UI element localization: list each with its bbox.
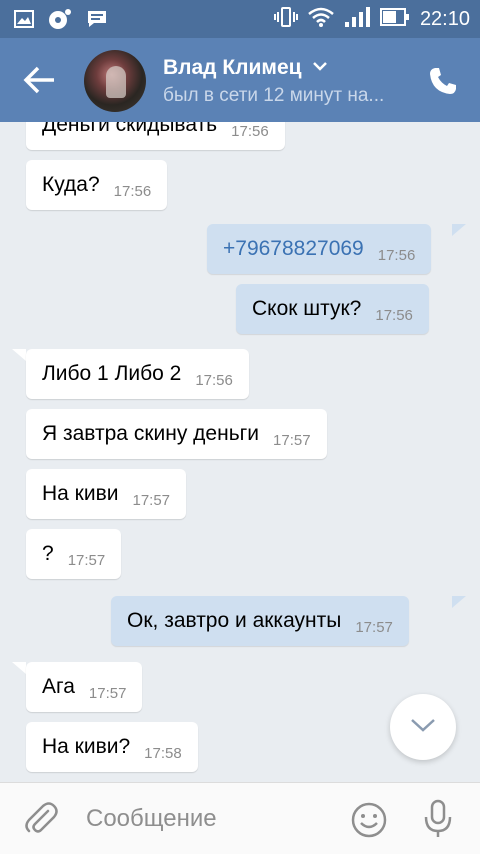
message-bubble-outgoing[interactable]: Скок штук? 17:56 [236, 284, 429, 334]
call-button[interactable] [428, 66, 458, 96]
signal-icon [344, 6, 370, 33]
contact-name-row[interactable]: Влад Климец [163, 56, 328, 80]
message-bubble-outgoing[interactable]: Ок, завтро и аккаунты 17:57 [111, 596, 409, 646]
chevron-down-icon [410, 717, 436, 738]
battery-icon [379, 7, 410, 32]
media-notification-icon [48, 8, 72, 35]
bubble-tail [452, 596, 466, 608]
chat-notification-icon [86, 9, 108, 34]
scroll-to-bottom-button[interactable] [390, 694, 456, 760]
message-text: Ага [42, 675, 75, 698]
message-text: Куда? [42, 173, 100, 196]
message-time: 17:57 [273, 431, 311, 449]
chevron-down-icon [312, 59, 328, 77]
back-button[interactable] [22, 64, 62, 98]
message-bubble-incoming[interactable]: ? 17:57 [26, 529, 122, 579]
avatar[interactable] [84, 50, 146, 112]
message-bubble-incoming[interactable]: Либо 1 Либо 2 17:56 [26, 349, 249, 399]
message-bubble-incoming[interactable]: Я завтра скину деньги 17:57 [26, 409, 327, 459]
wifi-icon [308, 6, 334, 33]
emoji-button[interactable] [350, 801, 388, 839]
bubble-tail [452, 224, 466, 236]
message-text: Либо 1 Либо 2 [42, 362, 182, 385]
message-time: 17:57 [88, 684, 127, 702]
message-text: Ок, завтро и аккаунты [127, 609, 342, 632]
bubble-tail [12, 349, 26, 361]
message-list[interactable]: Деньги скидывать 17:56 Куда? 17:56 +7967… [0, 122, 480, 782]
last-seen-status: был в сети 12 минут на... [163, 85, 385, 106]
phone-number-link[interactable]: +79678827069 [223, 237, 364, 261]
message-time: 17:57 [355, 618, 393, 636]
message-time: 17:57 [67, 551, 106, 569]
message-bubble-outgoing[interactable]: +79678827069 17:56 [207, 224, 432, 274]
message-time: 17:56 [377, 246, 416, 264]
status-bar: 22:10 [0, 0, 480, 38]
composer-bar [0, 782, 480, 854]
message-bubble-incoming[interactable]: Ага 17:57 [26, 662, 143, 712]
message-bubble-incoming[interactable]: Деньги скидывать 17:56 [26, 122, 285, 150]
status-time: 22:10 [419, 8, 470, 30]
message-text: На киви [42, 482, 119, 505]
message-time: 17:58 [144, 744, 182, 762]
bubble-tail [12, 662, 26, 674]
phone-icon [428, 68, 458, 100]
microphone-icon [422, 799, 454, 843]
chat-header: Влад Климец был в сети 12 минут на... [0, 38, 480, 122]
attach-button[interactable] [24, 801, 60, 837]
message-text: ? [42, 542, 54, 565]
message-text: Деньги скидывать [42, 122, 218, 136]
contact-name: Влад Климец [163, 56, 302, 79]
gallery-icon [14, 10, 34, 33]
voice-message-button[interactable] [422, 799, 454, 839]
message-bubble-incoming[interactable]: На киви 17:57 [26, 469, 187, 519]
message-time: 17:57 [132, 491, 171, 509]
message-text: На киви? [42, 735, 131, 758]
vibrate-icon [273, 6, 298, 33]
message-text: Скок штук? [252, 297, 362, 320]
message-time: 17:56 [113, 182, 152, 200]
message-time: 17:56 [231, 122, 269, 140]
message-bubble-incoming[interactable]: Куда? 17:56 [26, 160, 168, 210]
message-text: Я завтра скину деньги [42, 422, 260, 445]
smiley-icon [350, 802, 388, 843]
paperclip-icon [24, 802, 58, 841]
message-time: 17:56 [195, 371, 233, 389]
message-bubble-incoming[interactable]: На киви? 17:58 [26, 722, 198, 772]
message-time: 17:56 [375, 306, 413, 324]
back-arrow-icon [22, 66, 58, 100]
message-input[interactable] [86, 803, 336, 835]
